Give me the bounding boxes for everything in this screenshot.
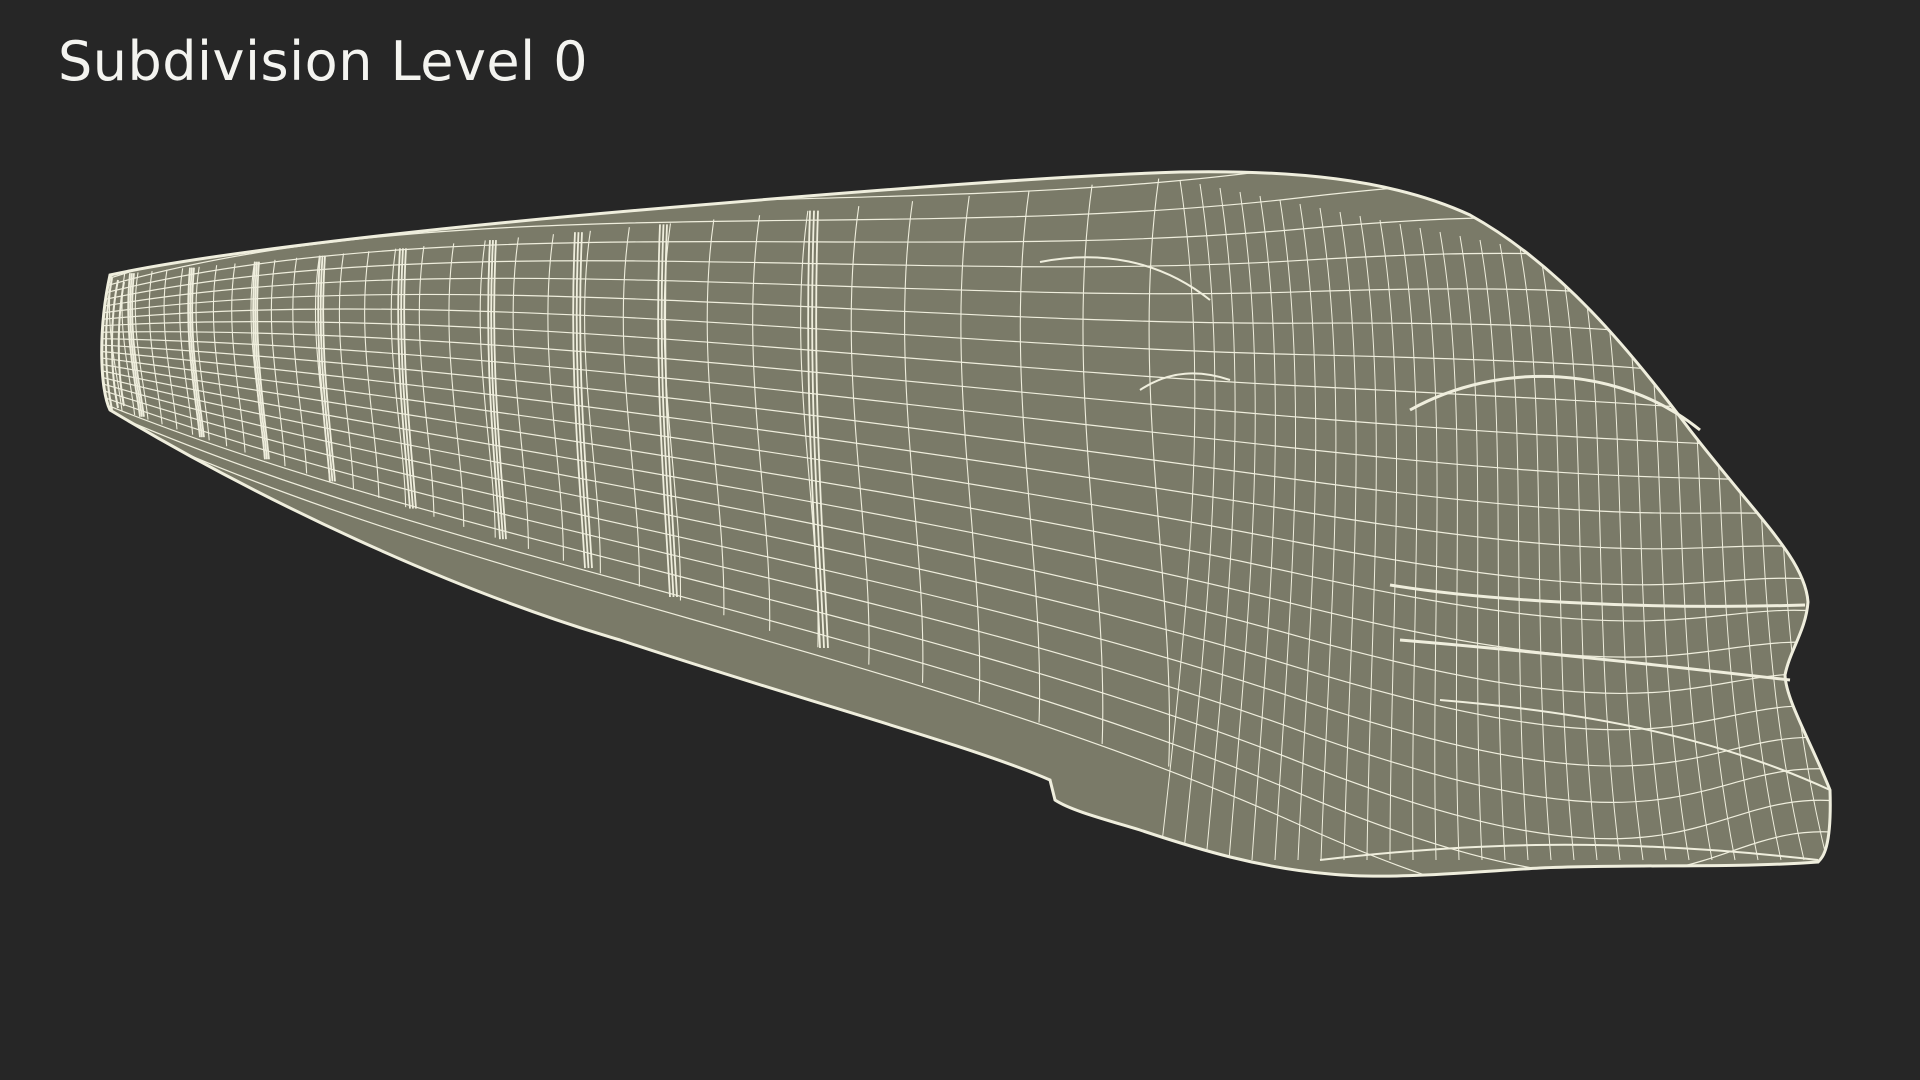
train-wireframe-render [100,170,1832,878]
viewport: Subdivision Level 0 [0,0,1920,1080]
train-body-surface [101,171,1831,877]
